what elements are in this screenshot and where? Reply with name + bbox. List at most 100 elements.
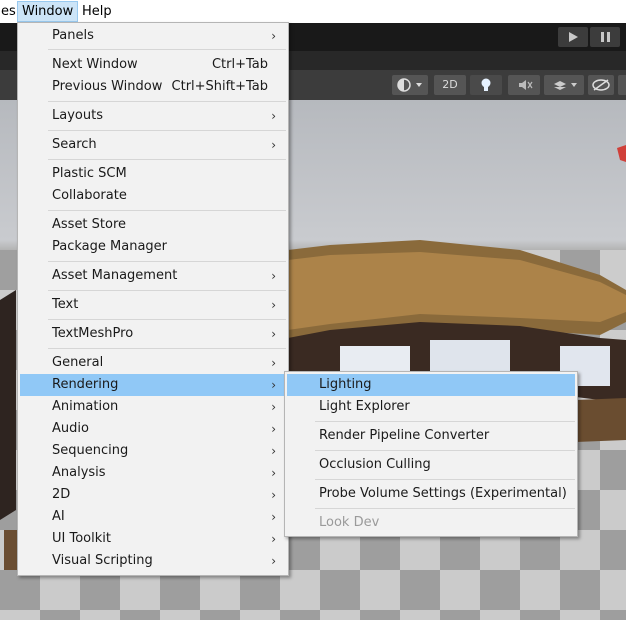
chevron-right-icon: › xyxy=(271,510,276,524)
menu-item-label: Package Manager xyxy=(52,239,168,254)
audio-toggle[interactable] xyxy=(508,75,540,95)
menu-item-label: Animation xyxy=(52,399,119,414)
menu-item-label: Collaborate xyxy=(52,188,127,203)
menu-item-collaborate[interactable]: Collaborate xyxy=(20,185,286,207)
chevron-right-icon: › xyxy=(271,327,276,341)
menu-separator xyxy=(48,210,286,211)
menu-item-asset-management[interactable]: Asset Management › xyxy=(20,265,286,287)
submenu-item-occlusion-culling[interactable]: Occlusion Culling xyxy=(287,454,575,476)
menu-item-label: Audio xyxy=(52,421,89,436)
lighting-toggle[interactable] xyxy=(470,75,502,95)
menu-item-text[interactable]: Text › xyxy=(20,294,286,316)
chevron-right-icon: › xyxy=(271,532,276,546)
menu-item-label: UI Toolkit xyxy=(52,531,111,546)
menu-separator xyxy=(48,290,286,291)
menu-item-2d[interactable]: 2D › xyxy=(20,484,286,506)
effects-icon xyxy=(554,81,577,90)
menu-item-audio[interactable]: Audio › xyxy=(20,418,286,440)
audio-mute-icon xyxy=(519,80,533,90)
chevron-right-icon: › xyxy=(271,269,276,283)
menu-separator xyxy=(48,348,286,349)
menu-item-visual-scripting[interactable]: Visual Scripting › xyxy=(20,550,286,572)
shading-mode-dropdown[interactable] xyxy=(392,75,428,95)
toggle-2d-button[interactable]: 2D xyxy=(434,75,466,95)
menu-item-panels[interactable]: Panels › xyxy=(20,25,286,47)
menu-item-label: Light Explorer xyxy=(319,399,410,414)
chevron-right-icon: › xyxy=(271,378,276,392)
menu-item-layouts[interactable]: Layouts › xyxy=(20,105,286,127)
play-icon xyxy=(569,32,578,42)
gizmos-button[interactable] xyxy=(618,75,626,95)
chevron-right-icon: › xyxy=(271,444,276,458)
chevron-right-icon: › xyxy=(271,554,276,568)
menu-item-plastic-scm[interactable]: Plastic SCM xyxy=(20,163,286,185)
menu-item-next-window[interactable]: Next Window Ctrl+Tab xyxy=(20,54,286,76)
menu-item-label: Rendering xyxy=(52,377,119,392)
chevron-right-icon: › xyxy=(271,109,276,123)
menu-item-label: AI xyxy=(52,509,65,524)
menu-item-label: Previous Window xyxy=(52,79,163,94)
window-menu: Panels › Next Window Ctrl+Tab Previous Win… xyxy=(17,22,289,576)
shading-mode-icon xyxy=(397,78,422,92)
menu-item-textmeshpro[interactable]: TextMeshPro › xyxy=(20,323,286,345)
menu-item-label: Search xyxy=(52,137,97,152)
menu-separator xyxy=(48,49,286,50)
pause-button[interactable] xyxy=(590,27,620,47)
menu-bar: es Window Help xyxy=(0,0,626,23)
menu-item-package-manager[interactable]: Package Manager xyxy=(20,236,286,258)
menu-item-label: Visual Scripting xyxy=(52,553,153,568)
menu-item-shortcut: Ctrl+Shift+Tab xyxy=(171,79,268,94)
menu-item-label: Sequencing xyxy=(52,443,129,458)
menu-item-sequencing[interactable]: Sequencing › xyxy=(20,440,286,462)
chevron-right-icon: › xyxy=(271,488,276,502)
effects-dropdown[interactable] xyxy=(544,75,584,95)
menu-item-general[interactable]: General › xyxy=(20,352,286,374)
menu-item-label: Asset Store xyxy=(52,217,127,232)
menu-separator xyxy=(48,101,286,102)
chevron-right-icon: › xyxy=(271,29,276,43)
menu-separator xyxy=(315,421,575,422)
menu-item-previous-window[interactable]: Previous Window Ctrl+Shift+Tab xyxy=(20,76,286,98)
scene-visibility-toggle[interactable] xyxy=(588,75,614,95)
submenu-item-lighting[interactable]: Lighting xyxy=(287,374,575,396)
menu-item-label: Render Pipeline Converter xyxy=(319,428,490,443)
submenu-item-render-pipeline-converter[interactable]: Render Pipeline Converter xyxy=(287,425,575,447)
menu-item-label: Panels xyxy=(52,28,94,43)
menu-separator xyxy=(48,130,286,131)
menu-separator xyxy=(315,450,575,451)
menu-item-label: Text xyxy=(52,297,79,312)
menubar-item-help[interactable]: Help xyxy=(78,2,116,21)
menu-item-ai[interactable]: AI › xyxy=(20,506,286,528)
menu-item-label: General xyxy=(52,355,104,370)
pause-icon xyxy=(601,32,610,42)
menu-item-analysis[interactable]: Analysis › xyxy=(20,462,286,484)
submenu-item-look-dev: Look Dev xyxy=(287,512,575,534)
play-button[interactable] xyxy=(558,27,588,47)
menu-item-label: Analysis xyxy=(52,465,106,480)
submenu-item-probe-volume-settings[interactable]: Probe Volume Settings (Experimental) xyxy=(287,483,575,505)
chevron-right-icon: › xyxy=(271,466,276,480)
menu-separator xyxy=(48,159,286,160)
menu-separator xyxy=(48,319,286,320)
menu-separator xyxy=(315,479,575,480)
submenu-item-light-explorer[interactable]: Light Explorer xyxy=(287,396,575,418)
chevron-right-icon: › xyxy=(271,400,276,414)
menubar-item-window[interactable]: Window xyxy=(17,1,79,22)
chevron-right-icon: › xyxy=(271,422,276,436)
chevron-right-icon: › xyxy=(271,356,276,370)
chevron-right-icon: › xyxy=(271,298,276,312)
menu-item-animation[interactable]: Animation › xyxy=(20,396,286,418)
menu-separator xyxy=(315,508,575,509)
menu-item-label: Probe Volume Settings (Experimental) xyxy=(319,486,567,501)
lightbulb-icon xyxy=(481,78,491,91)
rendering-submenu: Lighting Light Explorer Render Pipeline … xyxy=(284,371,578,537)
menu-item-ui-toolkit[interactable]: UI Toolkit › xyxy=(20,528,286,550)
menu-item-rendering[interactable]: Rendering › xyxy=(20,374,286,396)
menu-item-label: Look Dev xyxy=(319,515,380,530)
chevron-right-icon: › xyxy=(271,138,276,152)
menu-item-shortcut: Ctrl+Tab xyxy=(211,57,268,72)
menu-item-asset-store[interactable]: Asset Store xyxy=(20,214,286,236)
menu-item-label: Occlusion Culling xyxy=(319,457,431,472)
menu-item-label: Plastic SCM xyxy=(52,166,127,181)
menu-item-search[interactable]: Search › xyxy=(20,134,286,156)
